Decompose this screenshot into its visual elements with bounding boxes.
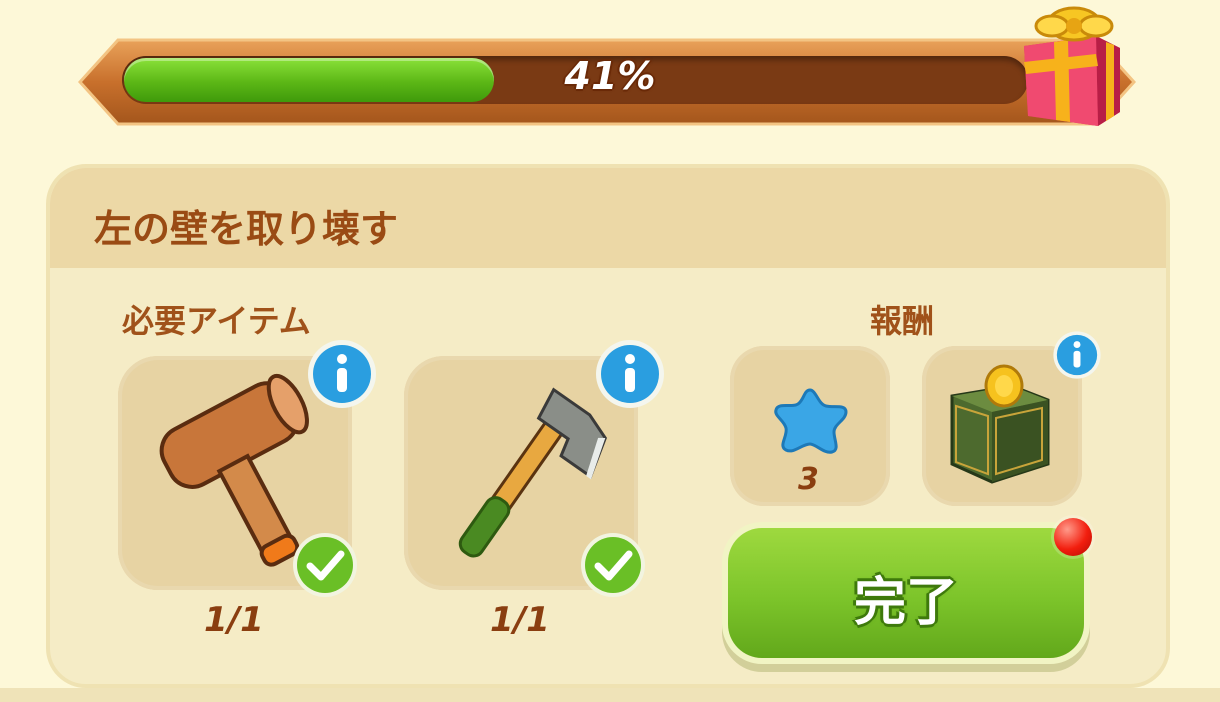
complete-button-label: 完了	[853, 573, 958, 633]
gift-icon[interactable]	[1018, 0, 1124, 128]
required-items-heading: 必要アイテム	[122, 302, 311, 340]
check-icon	[580, 532, 646, 598]
info-icon[interactable]	[306, 338, 378, 410]
check-icon	[292, 532, 358, 598]
task-title: 左の壁を取り壊す	[94, 207, 399, 251]
info-icon[interactable]	[1052, 330, 1102, 380]
axe-count: 1/1	[490, 600, 550, 640]
info-icon[interactable]	[594, 338, 666, 410]
notification-dot	[1054, 518, 1092, 556]
star-count: 3	[798, 462, 819, 497]
complete-button[interactable]: 完了	[728, 528, 1084, 658]
reward-star[interactable]: 3	[730, 346, 890, 506]
rewards-heading: 報酬	[870, 302, 935, 340]
mallet-count: 1/1	[204, 600, 264, 640]
bottom-edge	[0, 688, 1220, 702]
